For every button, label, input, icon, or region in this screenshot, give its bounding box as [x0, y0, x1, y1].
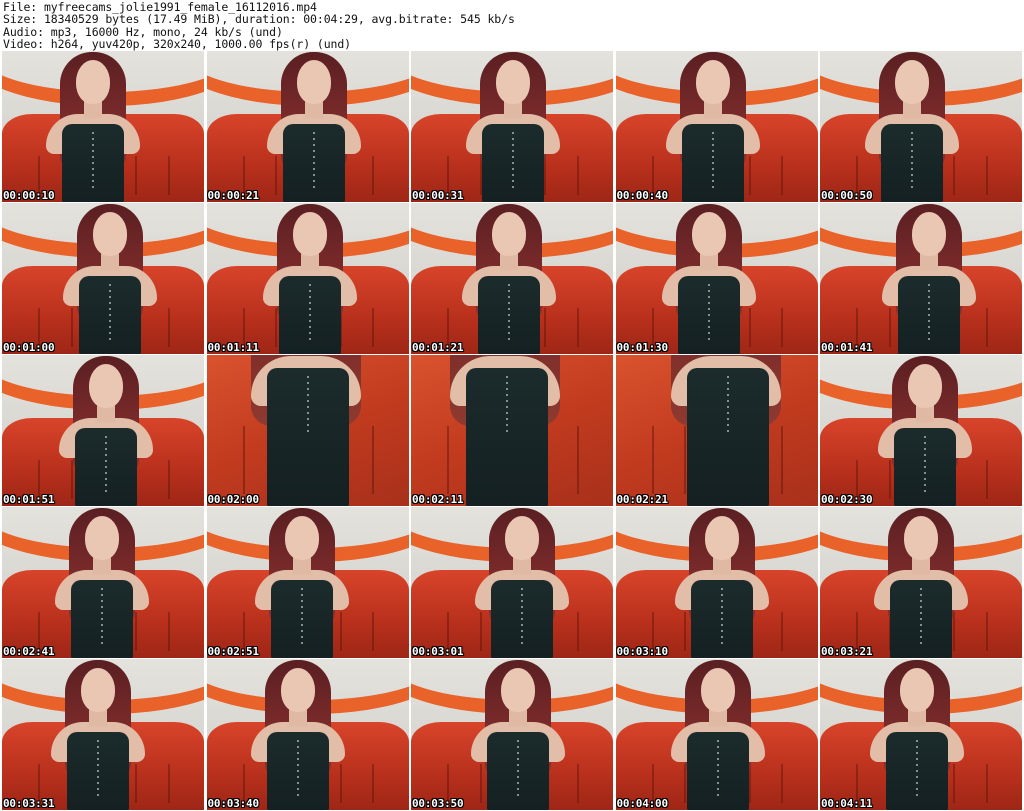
thumbnail-timestamp: 00:02:00 — [207, 493, 260, 506]
video-thumbnail: 00:02:30 — [820, 355, 1022, 506]
video-thumbnail: 00:03:31 — [2, 659, 204, 810]
video-thumbnail: 00:02:21 — [615, 355, 818, 506]
thumbnail-timestamp: 00:03:40 — [207, 797, 260, 810]
thumbnail-image — [206, 203, 409, 354]
thumbnail-timestamp: 00:03:10 — [616, 645, 669, 658]
video-thumbnail: 00:00:21 — [206, 51, 409, 202]
thumbnail-timestamp: 00:00:40 — [616, 189, 669, 202]
video-info-line: Video: h264, yuv420p, 320x240, 1000.00 f… — [3, 36, 352, 51]
thumbnail-timestamp: 00:01:51 — [3, 493, 55, 506]
video-thumbnail: 00:01:00 — [2, 203, 204, 354]
thumbnail-image — [820, 355, 1022, 506]
thumbnail-image — [615, 355, 818, 506]
thumbnail-image — [820, 659, 1022, 810]
thumbnail-image — [2, 659, 204, 810]
thumbnail-timestamp: 00:01:30 — [616, 341, 669, 354]
thumbnail-image — [206, 507, 409, 658]
thumbnail-timestamp: 00:02:30 — [821, 493, 873, 506]
video-thumbnail: 00:01:21 — [411, 203, 613, 354]
thumbnail-timestamp: 00:00:50 — [821, 189, 873, 202]
thumbnail-image — [615, 507, 818, 658]
video-thumbnail: 00:04:11 — [820, 659, 1022, 810]
thumbnail-image — [615, 659, 818, 810]
thumbnail-image — [2, 51, 204, 202]
video-thumbnail: 00:00:10 — [2, 51, 204, 202]
thumbnail-timestamp: 00:00:10 — [3, 189, 55, 202]
video-thumbnail: 00:00:31 — [411, 51, 613, 202]
video-thumbnail: 00:03:50 — [411, 659, 613, 810]
thumbnail-timestamp: 00:01:11 — [207, 341, 260, 354]
file-size-line: Size: 18340529 bytes (17.49 MiB), durati… — [3, 12, 515, 27]
thumbnail-image — [820, 507, 1022, 658]
thumbnail-image — [411, 507, 613, 658]
video-thumbnail: 00:01:41 — [820, 203, 1022, 354]
thumbnail-timestamp: 00:04:00 — [616, 797, 669, 810]
file-info-header: File: myfreecams_jolie1991_female_161120… — [3, 1, 1021, 51]
thumbnail-image — [820, 51, 1022, 202]
thumbnail-timestamp: 00:00:21 — [207, 189, 260, 202]
video-thumbnail: 00:02:00 — [206, 355, 409, 506]
thumbnail-timestamp: 00:02:21 — [616, 493, 669, 506]
video-thumbnail: 00:00:50 — [820, 51, 1022, 202]
video-thumbnail: 00:03:01 — [411, 507, 613, 658]
thumbnail-timestamp: 00:03:31 — [3, 797, 55, 810]
video-thumbnail: 00:02:11 — [411, 355, 613, 506]
video-thumbnail: 00:02:51 — [206, 507, 409, 658]
video-thumbnail: 00:01:51 — [2, 355, 204, 506]
thumbnail-timestamp: 00:03:50 — [412, 797, 464, 810]
video-thumbnail: 00:03:21 — [820, 507, 1022, 658]
video-thumbnail: 00:03:40 — [206, 659, 409, 810]
thumbnail-timestamp: 00:02:51 — [207, 645, 260, 658]
thumbnail-timestamp: 00:01:21 — [412, 341, 464, 354]
thumbnail-timestamp: 00:02:11 — [412, 493, 464, 506]
video-thumbnail: 00:01:11 — [206, 203, 409, 354]
video-thumbnail: 00:02:41 — [2, 507, 204, 658]
video-thumbnail: 00:03:10 — [615, 507, 818, 658]
thumbnail-image — [2, 203, 204, 354]
video-thumbnail: 00:00:40 — [615, 51, 818, 202]
thumbnail-image — [206, 659, 409, 810]
video-thumbnail: 00:01:30 — [615, 203, 818, 354]
thumbnail-timestamp: 00:02:41 — [3, 645, 55, 658]
thumbnail-image — [615, 203, 818, 354]
thumbnail-image — [206, 355, 409, 506]
thumbnail-image — [615, 51, 818, 202]
thumbnail-timestamp: 00:00:31 — [412, 189, 464, 202]
thumbnail-image — [820, 203, 1022, 354]
thumbnail-image — [2, 355, 204, 506]
thumbnail-image — [411, 51, 613, 202]
thumbnail-grid: 00:00:10 00:00:21 00:00:31 00:00:40 00:00:50… — [2, 51, 1022, 811]
thumbnail-image — [206, 51, 409, 202]
thumbnail-image — [411, 203, 613, 354]
video-thumbnail: 00:04:00 — [615, 659, 818, 810]
thumbnail-timestamp: 00:03:21 — [821, 645, 873, 658]
thumbnail-image — [2, 507, 204, 658]
thumbnail-timestamp: 00:01:00 — [3, 341, 55, 354]
thumbnail-timestamp: 00:03:01 — [412, 645, 464, 658]
thumbnail-timestamp: 00:01:41 — [821, 341, 873, 354]
thumbnail-image — [411, 659, 613, 810]
thumbnail-image — [411, 355, 613, 506]
thumbnail-timestamp: 00:04:11 — [821, 797, 873, 810]
